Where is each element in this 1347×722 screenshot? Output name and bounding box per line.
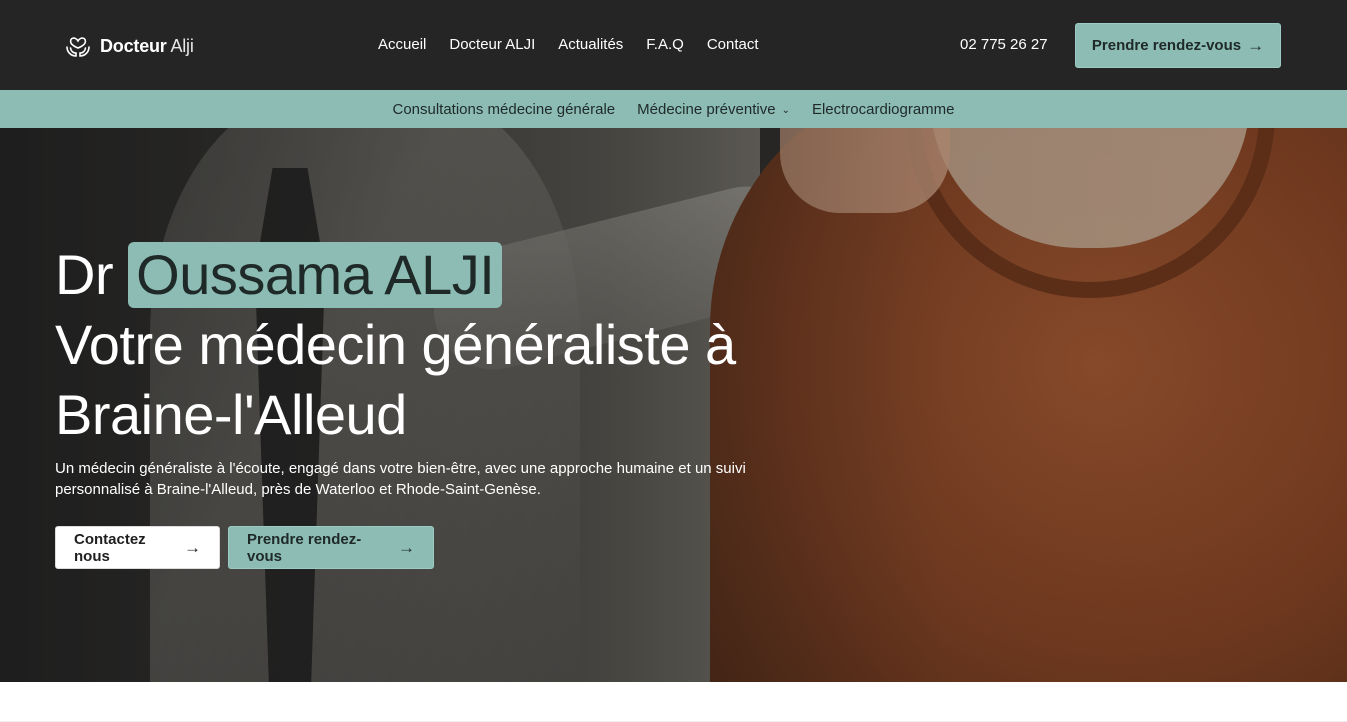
subnav-item-consultations[interactable]: Consultations médecine générale — [392, 101, 615, 118]
subnav-item-medecine-preventive[interactable]: Médecine préventive ⌄ — [637, 101, 790, 118]
hero-description-line1: Un médecin généraliste à l'écoute, engag… — [55, 460, 746, 477]
hero-title-highlight: Oussama ALJI — [128, 242, 503, 308]
hero-description: Un médecin généraliste à l'écoute, engag… — [55, 458, 815, 500]
subnav-item-electrocardiogramme[interactable]: Electrocardiogramme — [812, 101, 955, 118]
top-header: Docteur Alji Accueil Docteur ALJI Actual… — [0, 0, 1347, 90]
hero-title-line3: Braine-l'Alleud — [55, 383, 407, 446]
nav-item-actualites[interactable]: Actualités — [558, 36, 623, 53]
phone-number[interactable]: 02 775 26 27 — [960, 36, 1048, 53]
nav-item-faq[interactable]: F.A.Q — [646, 36, 684, 53]
logo-name-bold: Docteur — [100, 35, 167, 56]
chevron-down-icon: ⌄ — [781, 104, 790, 116]
logo-name-light: Alji — [170, 35, 194, 56]
subnav-label: Electrocardiogramme — [811, 100, 955, 118]
hero-title-line2: Votre médecin généraliste à — [55, 313, 736, 376]
next-section-edge — [0, 682, 1347, 722]
nav-item-accueil[interactable]: Accueil — [378, 36, 426, 53]
subnav-label: Médecine préventive — [637, 100, 776, 118]
hero-cta-group: Contactez nous → Prendre rendez-vous → — [55, 526, 434, 569]
arrow-right-icon: → — [1247, 36, 1265, 55]
logo-text: Docteur Alji — [100, 36, 194, 57]
subnav-label: Consultations médecine générale — [392, 100, 616, 118]
arrow-right-icon: → — [184, 538, 201, 557]
contact-button-label: Contactez nous — [74, 530, 146, 565]
header-appointment-label: Prendre rendez-vous — [1091, 37, 1242, 54]
hero-title: Dr Oussama ALJI Votre médecin généralist… — [55, 240, 736, 450]
services-nav: Consultations médecine générale Médecine… — [0, 90, 1347, 128]
contact-button[interactable]: Contactez nous → — [55, 526, 220, 569]
appointment-button[interactable]: Prendre rendez-vous → — [228, 526, 434, 569]
appointment-button-label: Prendre rendez-vous — [247, 530, 362, 565]
nav-item-contact[interactable]: Contact — [707, 36, 759, 53]
hero-description-line2: personnalisé à Braine-l'Alleud, près de … — [55, 481, 541, 498]
nav-item-docteur-alji[interactable]: Docteur ALJI — [449, 36, 535, 53]
site-logo[interactable]: Docteur Alji — [64, 32, 194, 60]
hero-title-prefix: Dr — [55, 243, 114, 306]
heart-hands-icon — [66, 37, 90, 57]
arrow-right-icon: → — [398, 538, 415, 557]
header-appointment-button[interactable]: Prendre rendez-vous → — [1075, 23, 1281, 68]
hero-section: Dr Oussama ALJI Votre médecin généralist… — [0, 128, 1347, 682]
main-nav: Accueil Docteur ALJI Actualités F.A.Q Co… — [378, 36, 759, 53]
